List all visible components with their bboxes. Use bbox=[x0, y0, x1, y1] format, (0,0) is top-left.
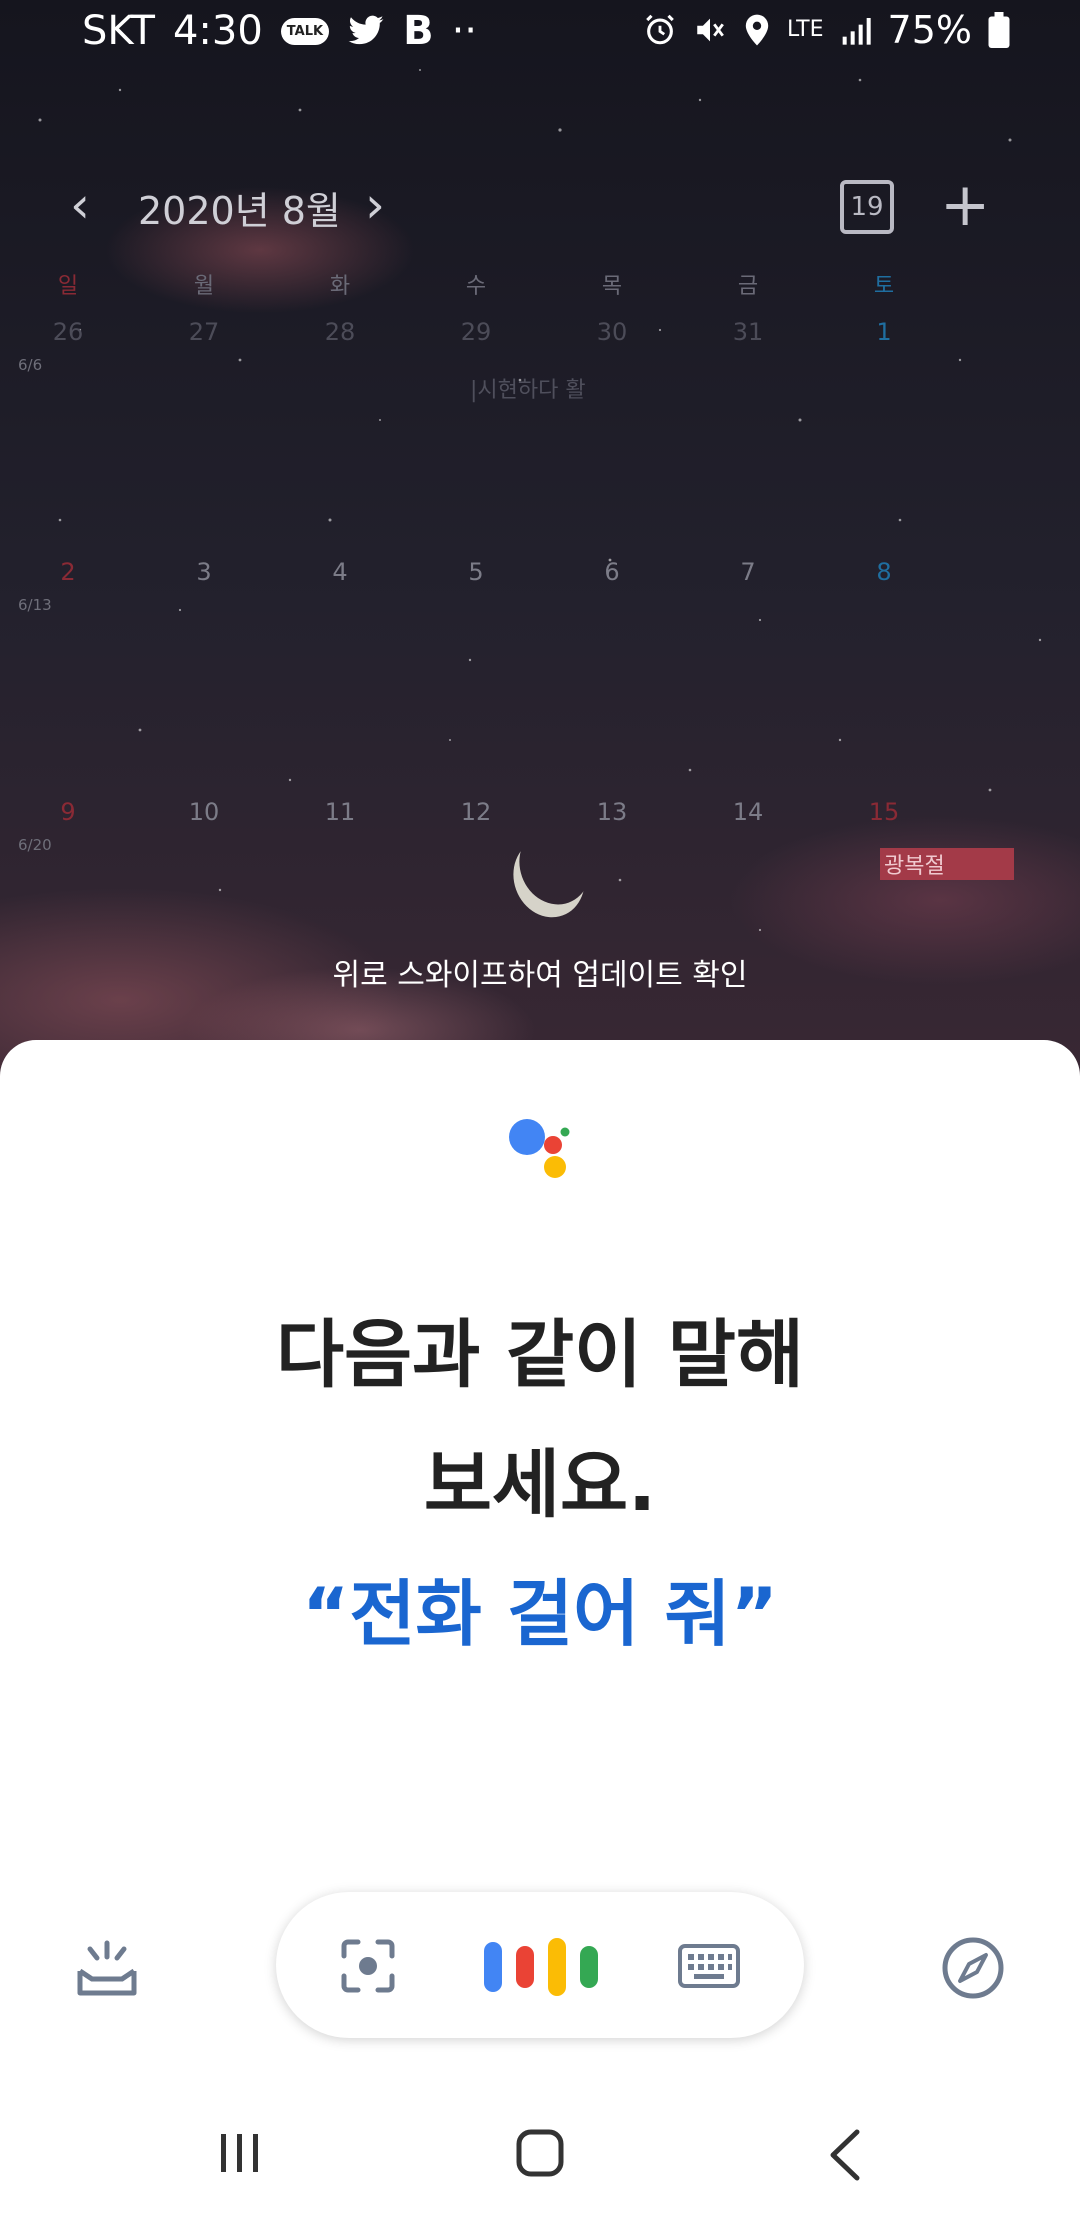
lens-icon[interactable] bbox=[340, 1938, 396, 1994]
day-number: 3 bbox=[196, 558, 212, 586]
day-cell[interactable]: 2 6/13 bbox=[0, 558, 136, 614]
battery-percent: 75% bbox=[887, 8, 972, 52]
day-number: 5 bbox=[468, 558, 484, 586]
home-icon[interactable] bbox=[515, 2128, 565, 2178]
keyboard-icon[interactable] bbox=[678, 1942, 740, 1990]
day-cell[interactable]: 26 6/6 bbox=[0, 318, 136, 374]
status-bar: SKT 4:30 TALK B ·· LTE 75% bbox=[0, 0, 1080, 70]
calendar-week-row: 9 6/20 10 11 12 13 14 15 bbox=[0, 798, 1080, 854]
day-cell[interactable]: 12 bbox=[408, 798, 544, 826]
day-number: 26 bbox=[52, 318, 84, 346]
day-number: 15 bbox=[868, 798, 900, 826]
calendar-week-row: 2 6/13 3 4 5 6 7 8 bbox=[0, 558, 1080, 614]
today-calendar-icon[interactable]: 19 bbox=[840, 180, 894, 234]
assistant-input-bar bbox=[276, 1892, 804, 2038]
day-cell[interactable]: 15 bbox=[816, 798, 952, 826]
weekday-label: 토 bbox=[873, 274, 895, 299]
prev-month-chevron-icon[interactable]: ‹ bbox=[70, 176, 90, 234]
day-number: 2 bbox=[60, 558, 76, 586]
day-cell[interactable]: 6 bbox=[544, 558, 680, 586]
weekday-label: 화 bbox=[329, 274, 351, 299]
add-event-icon[interactable]: + bbox=[940, 170, 990, 240]
day-number: 8 bbox=[876, 558, 892, 586]
day-number: 12 bbox=[460, 798, 492, 826]
more-notifications-icon: ·· bbox=[451, 8, 477, 54]
battery-icon bbox=[988, 12, 1010, 48]
day-cell[interactable]: 27 bbox=[136, 318, 272, 346]
signal-icon bbox=[842, 18, 871, 45]
weekday-label: 수 bbox=[465, 274, 487, 299]
day-number: 28 bbox=[324, 318, 356, 346]
twitter-icon bbox=[348, 15, 384, 45]
day-cell[interactable]: 5 bbox=[408, 558, 544, 586]
day-cell[interactable]: 11 bbox=[272, 798, 408, 826]
kakaotalk-icon: TALK bbox=[280, 17, 330, 45]
lunar-date: 6/20 bbox=[18, 836, 52, 854]
day-number: 11 bbox=[324, 798, 356, 826]
carrier-label: SKT bbox=[82, 8, 155, 54]
lunar-date: 6/13 bbox=[18, 596, 52, 614]
day-number: 7 bbox=[740, 558, 756, 586]
lunar-date: 6/6 bbox=[18, 356, 43, 374]
day-number: 14 bbox=[732, 798, 764, 826]
star-field bbox=[38, 69, 1042, 932]
weekday-label: 금 bbox=[737, 274, 759, 299]
day-cell[interactable]: 8 bbox=[816, 558, 952, 586]
weekday-label: 일 bbox=[57, 274, 79, 299]
calendar-event[interactable]: |시현하다 활 bbox=[470, 372, 586, 404]
calendar-week-row: 26 6/6 27 28 29 30 31 1 bbox=[0, 318, 1080, 374]
b-app-icon: B bbox=[403, 8, 434, 54]
alarm-icon bbox=[646, 14, 674, 45]
day-number: 6 bbox=[604, 558, 620, 586]
system-nav-bar bbox=[0, 2110, 1080, 2220]
compass-icon[interactable] bbox=[940, 1935, 1006, 2001]
day-cell[interactable]: 28 bbox=[272, 318, 408, 346]
day-cell[interactable]: 7 bbox=[680, 558, 816, 586]
day-cell[interactable]: 14 bbox=[680, 798, 816, 826]
day-cell[interactable]: 13 bbox=[544, 798, 680, 826]
weekday-label: 목 bbox=[601, 274, 623, 299]
day-cell[interactable]: 4 bbox=[272, 558, 408, 586]
network-type: LTE bbox=[786, 17, 824, 42]
mute-icon bbox=[697, 18, 724, 42]
day-number: 10 bbox=[188, 798, 220, 826]
day-number: 9 bbox=[60, 798, 76, 826]
day-cell[interactable]: 9 6/20 bbox=[0, 798, 136, 854]
back-icon[interactable] bbox=[825, 2128, 865, 2182]
recent-apps-icon[interactable] bbox=[215, 2128, 265, 2178]
clock: 4:30 bbox=[172, 8, 263, 54]
day-number: 1 bbox=[876, 318, 892, 346]
day-number: 13 bbox=[596, 798, 628, 826]
prompt-line-2: 보세요. bbox=[423, 1442, 657, 1528]
day-cell[interactable]: 10 bbox=[136, 798, 272, 826]
weekday-label: 월 bbox=[193, 274, 215, 299]
holiday-event[interactable]: 광복절 bbox=[880, 848, 1014, 880]
calendar-header: ‹ 2020년 8월 › 19 + bbox=[0, 170, 1080, 240]
next-month-chevron-icon[interactable]: › bbox=[365, 176, 385, 234]
day-cell[interactable]: 3 bbox=[136, 558, 272, 586]
day-number: 4 bbox=[332, 558, 348, 586]
day-number: 29 bbox=[460, 318, 492, 346]
location-icon bbox=[745, 14, 769, 46]
day-cell[interactable]: 30 bbox=[544, 318, 680, 346]
day-number: 31 bbox=[732, 318, 764, 346]
day-number: 27 bbox=[188, 318, 220, 346]
google-assistant-logo-icon bbox=[509, 1119, 570, 1178]
swipe-up-hint: 위로 스와이프하여 업데이트 확인 bbox=[332, 958, 748, 993]
day-cell[interactable]: 31 bbox=[680, 318, 816, 346]
day-number: 30 bbox=[596, 318, 628, 346]
mic-bars-icon[interactable] bbox=[480, 1932, 602, 2002]
calendar-month-title[interactable]: 2020년 8월 bbox=[138, 180, 341, 235]
day-cell[interactable]: 1 bbox=[816, 318, 952, 346]
day-cell[interactable]: 29 bbox=[408, 318, 544, 346]
weekday-row: 일 월 화 수 목 금 토 bbox=[0, 268, 1080, 300]
prompt-line-1: 다음과 같이 말해 bbox=[275, 1312, 805, 1398]
suggestion-chip[interactable]: “전화 걸어 줘” bbox=[0, 1555, 1080, 1660]
snapshot-icon[interactable] bbox=[74, 1935, 140, 2001]
